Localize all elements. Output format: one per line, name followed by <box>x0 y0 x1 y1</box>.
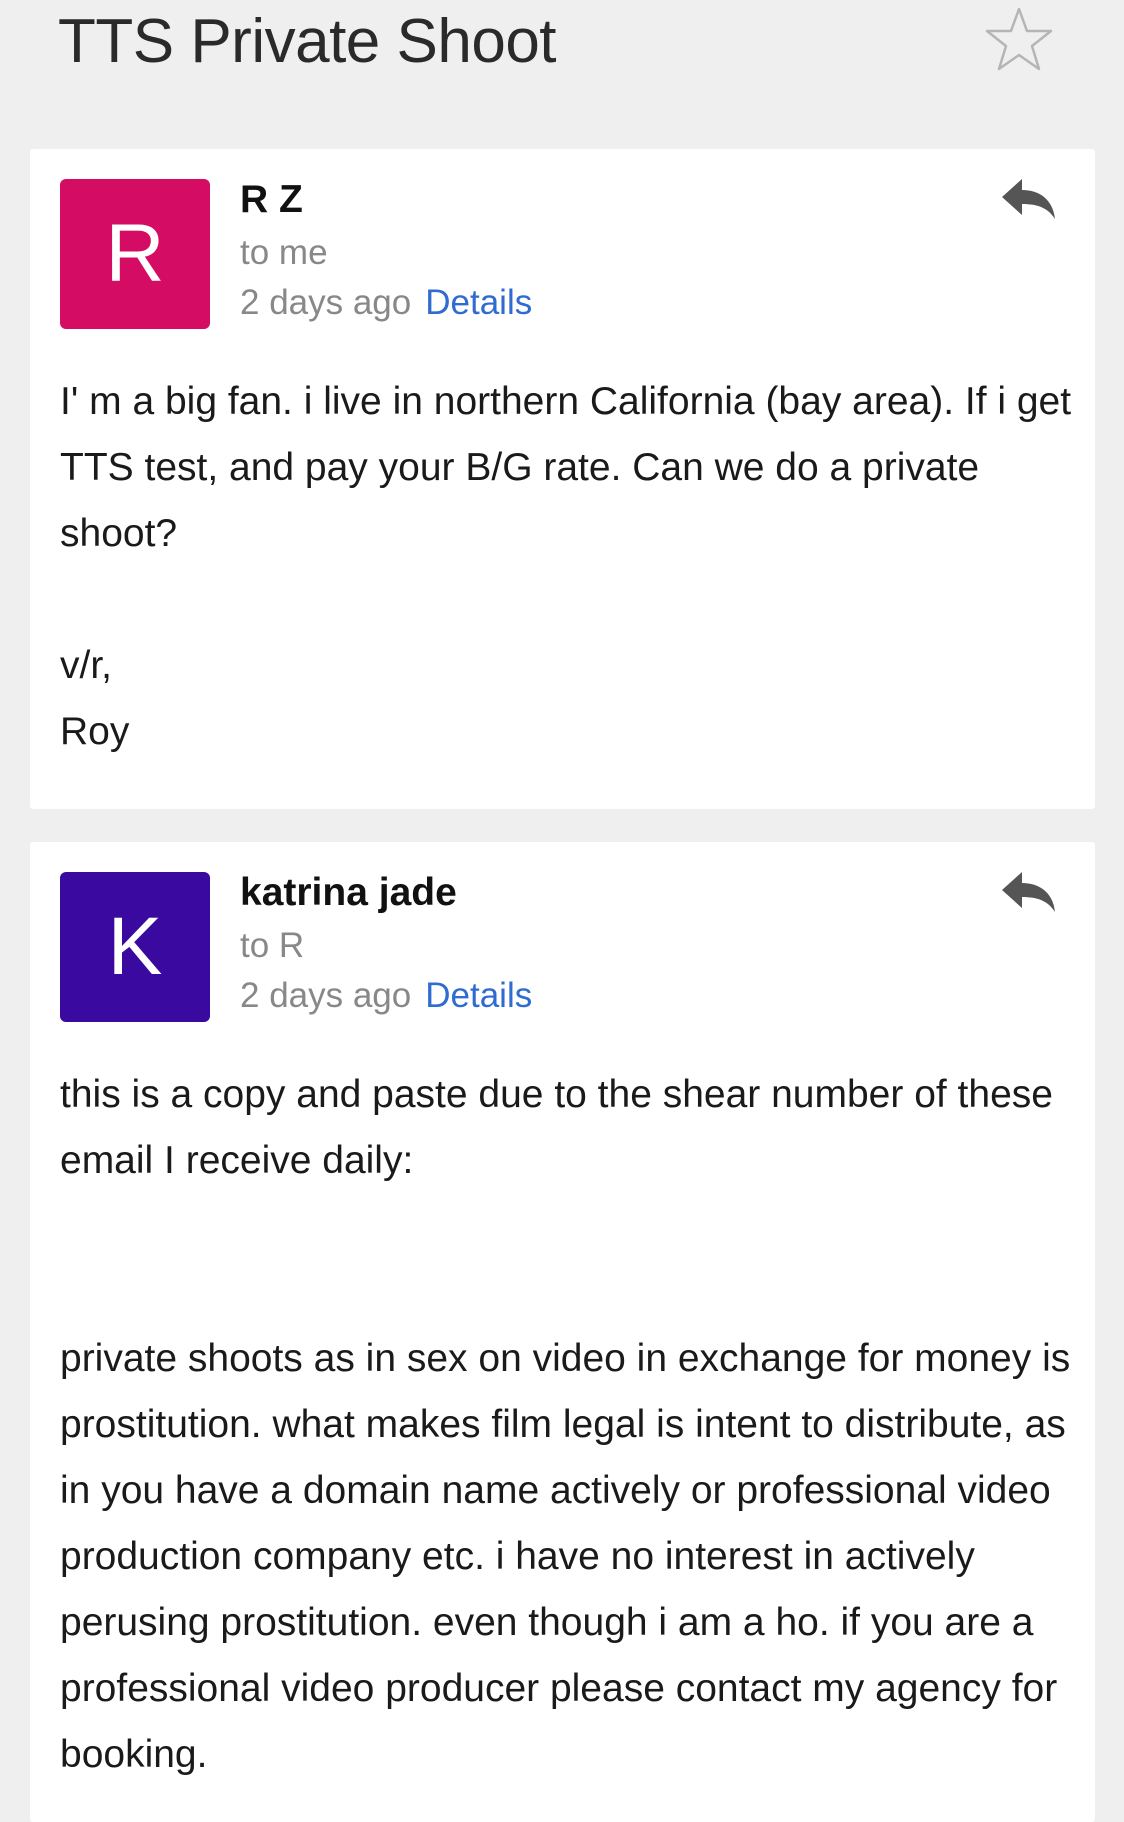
thread-title: TTS Private Shoot <box>58 7 557 76</box>
message-meta: 2 days ago Details <box>240 281 532 325</box>
message-time: 2 days ago <box>240 283 412 322</box>
sender-name: katrina jade <box>240 871 457 914</box>
message-time: 2 days ago <box>240 976 412 1015</box>
details-link[interactable]: Details <box>425 976 532 1015</box>
star-icon[interactable] <box>984 6 1054 72</box>
message-meta: 2 days ago Details <box>240 974 532 1018</box>
avatar: R <box>60 179 210 329</box>
thread-header: TTS Private Shoot <box>0 0 1124 130</box>
message-paragraph: private shoots as in sex on video in exc… <box>60 1337 1071 1776</box>
message-paragraph: this is a copy and paste due to the shea… <box>60 1073 1053 1182</box>
message-body: I' m a big fan. i live in northern Calif… <box>60 369 1080 765</box>
recipient-line: to R <box>240 926 305 965</box>
avatar: K <box>60 872 210 1022</box>
signature-line: v/r, <box>60 644 113 687</box>
message-body: this is a copy and paste due to the shea… <box>60 1062 1080 1788</box>
signature-line: Roy <box>60 710 130 753</box>
message-card: K katrina jade to R 2 days ago Details th… <box>30 842 1095 1822</box>
message-card: R R Z to me 2 days ago Details I' m a big… <box>30 149 1095 809</box>
recipient-line: to me <box>240 233 328 272</box>
sender-name: R Z <box>240 178 303 221</box>
message-paragraph: I' m a big fan. i live in northern Calif… <box>60 380 1072 555</box>
reply-icon[interactable] <box>998 175 1058 225</box>
details-link[interactable]: Details <box>425 283 532 322</box>
reply-icon[interactable] <box>998 868 1058 918</box>
